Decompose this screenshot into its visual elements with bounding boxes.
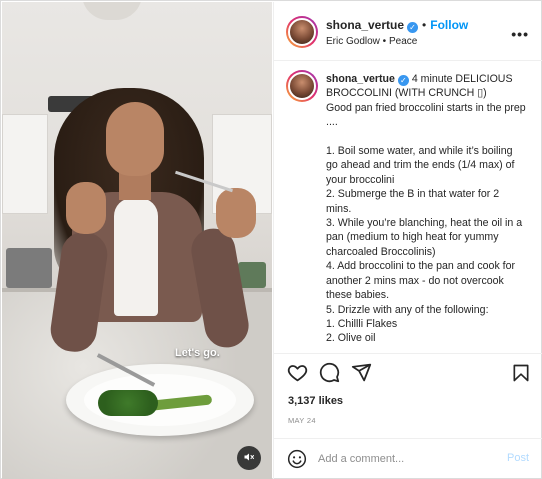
follow-button[interactable]: Follow	[430, 18, 468, 32]
video-player[interactable]: Let's go.	[2, 2, 272, 479]
avatar-image	[288, 72, 316, 100]
comment-button[interactable]	[318, 362, 340, 386]
post-comment-button[interactable]: Post	[507, 452, 529, 464]
comment-bar: Post	[274, 438, 542, 479]
verified-icon: ✓	[407, 22, 419, 33]
action-bar	[274, 355, 542, 391]
video-cabinet	[2, 114, 48, 214]
caption-text-block: shona_vertue ✓ 4 minute DELICIOUS BROCCOL…	[326, 72, 526, 346]
caption-body: 4 minute DELICIOUS BROCCOLINI (WITH CRUN…	[326, 73, 526, 345]
video-caption-overlay: Let's go.	[175, 347, 220, 359]
verified-icon: ✓	[397, 75, 409, 86]
likes-count[interactable]: 3,137 likes	[288, 395, 343, 407]
share-icon	[351, 362, 372, 386]
save-button[interactable]	[510, 363, 532, 385]
comment-icon	[319, 362, 340, 386]
video-person-hand	[216, 188, 256, 238]
mute-button[interactable]	[237, 446, 261, 470]
avatar-image	[288, 18, 316, 46]
post-date[interactable]: MAY 24	[288, 416, 316, 425]
video-person-hand	[66, 182, 106, 234]
mute-icon	[243, 451, 255, 466]
like-button[interactable]	[286, 363, 308, 385]
heart-icon	[287, 362, 308, 386]
video-person-tank	[114, 198, 158, 316]
author-username[interactable]: shona_vertue	[326, 18, 404, 32]
post-modal: Let's go. shona_vertue ✓ • Follow Eric Godl…	[0, 0, 542, 479]
video-person-face	[106, 102, 164, 176]
post-side-panel: shona_vertue ✓ • Follow Eric Godlow • Peace…	[273, 2, 542, 479]
header-title-row: shona_vertue ✓ • Follow	[326, 18, 468, 33]
caption-username[interactable]: shona_vertue	[326, 73, 395, 85]
post-header: shona_vertue ✓ • Follow Eric Godlow • Peace…	[274, 2, 542, 61]
video-appliance	[6, 248, 52, 288]
caption-scroll-area[interactable]: shona_vertue ✓ 4 minute DELICIOUS BROCCOL…	[274, 62, 542, 354]
avatar[interactable]	[286, 16, 318, 48]
emoji-icon[interactable]	[287, 449, 307, 469]
separator-dot: •	[422, 18, 427, 32]
bookmark-icon	[511, 363, 531, 386]
share-button[interactable]	[350, 363, 372, 385]
avatar[interactable]	[286, 70, 318, 102]
comment-input[interactable]	[318, 450, 498, 468]
audio-attribution[interactable]: Eric Godlow • Peace	[326, 36, 417, 47]
video-broccolini	[98, 390, 158, 416]
video-appliance	[238, 262, 266, 288]
more-icon[interactable]: •••	[511, 26, 529, 42]
